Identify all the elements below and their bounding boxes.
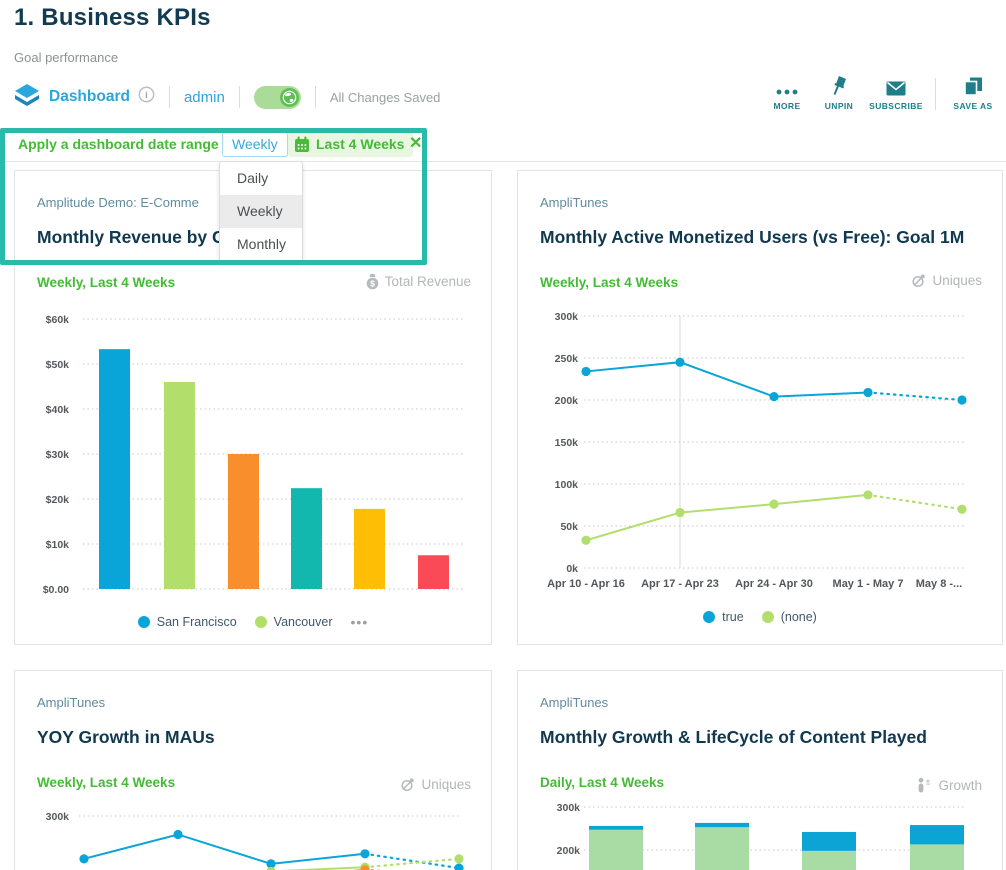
date-range-banner-label: Apply a dashboard date range: [18, 136, 219, 152]
legend-item[interactable]: (none): [762, 610, 817, 624]
svg-text:$0.00: $0.00: [43, 584, 69, 596]
card-monetized-users: AmpliTunes Monthly Active Monetized User…: [517, 170, 1003, 645]
page-title: 1. Business KPIs: [14, 4, 211, 32]
dashboard-toolbar: MORE UNPIN SUBSCRIBE: [761, 76, 1002, 111]
chart-legend: true (none): [518, 610, 1002, 624]
unpin-button[interactable]: UNPIN: [813, 76, 865, 111]
info-icon[interactable]: i: [138, 86, 155, 108]
svg-text:$30k: $30k: [46, 449, 70, 461]
svg-text:200k: 200k: [555, 395, 579, 407]
interval-select[interactable]: Weekly: [222, 132, 288, 157]
svg-text:Apr 17 - Apr 23: Apr 17 - Apr 23: [641, 578, 719, 590]
svg-text:250k: 250k: [555, 353, 579, 365]
legend-item[interactable]: true: [703, 610, 744, 624]
svg-text:$40k: $40k: [46, 404, 70, 416]
layers-icon: [13, 83, 41, 112]
interval-dropdown: Daily Weekly Monthly: [219, 161, 303, 262]
divider: [315, 86, 316, 108]
svg-text:$20k: $20k: [46, 494, 70, 506]
save-status: All Changes Saved: [330, 90, 441, 105]
mail-icon: [886, 76, 906, 96]
svg-text:Apr 10 - Apr 16: Apr 10 - Apr 16: [547, 578, 625, 590]
svg-text:300k: 300k: [46, 811, 70, 823]
svg-text:300k: 300k: [557, 802, 581, 814]
dashboard-type-label: Dashboard: [49, 88, 130, 106]
divider: [169, 86, 170, 108]
svg-text:May 8 -...: May 8 -...: [916, 578, 962, 590]
divider: [935, 78, 936, 110]
legend-item[interactable]: San Francisco: [138, 615, 237, 629]
owner-link[interactable]: admin: [184, 89, 225, 106]
legend-item[interactable]: Vancouver: [255, 615, 333, 629]
more-button[interactable]: MORE: [761, 76, 813, 111]
calendar-icon: [294, 136, 310, 153]
dropdown-option-daily[interactable]: Daily: [220, 162, 302, 195]
svg-text:200k: 200k: [557, 845, 581, 857]
svg-text:150k: 150k: [555, 437, 579, 449]
date-range-value: Last 4 Weeks: [316, 132, 404, 157]
card-content-lifecycle: AmpliTunes Monthly Growth & LifeCycle of…: [517, 670, 1003, 870]
svg-text:0k: 0k: [566, 563, 578, 575]
lifecycle-stacked-bar-chart[interactable]: 300k 200k: [518, 671, 1004, 870]
svg-text:100k: 100k: [555, 479, 579, 491]
svg-text:300k: 300k: [555, 311, 579, 323]
svg-text:$60k: $60k: [46, 314, 70, 326]
copy-pages-icon: [964, 76, 983, 96]
pin-icon: [830, 76, 848, 96]
save-as-button[interactable]: SAVE AS: [944, 76, 1002, 111]
dashboard-screen: 1. Business KPIs Goal performance Dashbo…: [0, 0, 1006, 870]
ellipsis-icon: [775, 76, 799, 96]
svg-text:i: i: [145, 90, 148, 101]
banner-divider: [0, 161, 1006, 162]
dropdown-option-monthly[interactable]: Monthly: [220, 228, 302, 261]
dashboard-meta-row: Dashboard i admin All Changes Saved: [13, 82, 440, 112]
yoy-line-chart[interactable]: 300k: [15, 671, 493, 870]
chart-legend: San Francisco Vancouver •••: [15, 614, 491, 630]
mau-line-chart[interactable]: 300k 250k 200k 150k 100k 50k 0k Apr 10 - Apr 16…: [518, 171, 1004, 611]
card-yoy-growth: AmpliTunes YOY Growth in MAUs Weekly, La…: [14, 670, 492, 870]
legend-more-button[interactable]: •••: [351, 614, 369, 630]
svg-text:Apr 24 - Apr 30: Apr 24 - Apr 30: [735, 578, 813, 590]
date-range-chip[interactable]: Last 4 Weeks: [288, 132, 413, 157]
page-subtitle: Goal performance: [14, 50, 118, 65]
share-toggle[interactable]: [254, 86, 301, 109]
subscribe-button[interactable]: SUBSCRIBE: [865, 76, 927, 111]
svg-text:May 1 - May 7: May 1 - May 7: [833, 578, 904, 590]
divider: [239, 86, 240, 108]
dropdown-option-weekly[interactable]: Weekly: [220, 195, 302, 228]
svg-text:$50k: $50k: [46, 359, 70, 371]
svg-text:$10k: $10k: [46, 539, 70, 551]
globe-icon: [280, 88, 299, 107]
svg-text:50k: 50k: [560, 521, 578, 533]
close-icon[interactable]: ✕: [409, 133, 422, 153]
